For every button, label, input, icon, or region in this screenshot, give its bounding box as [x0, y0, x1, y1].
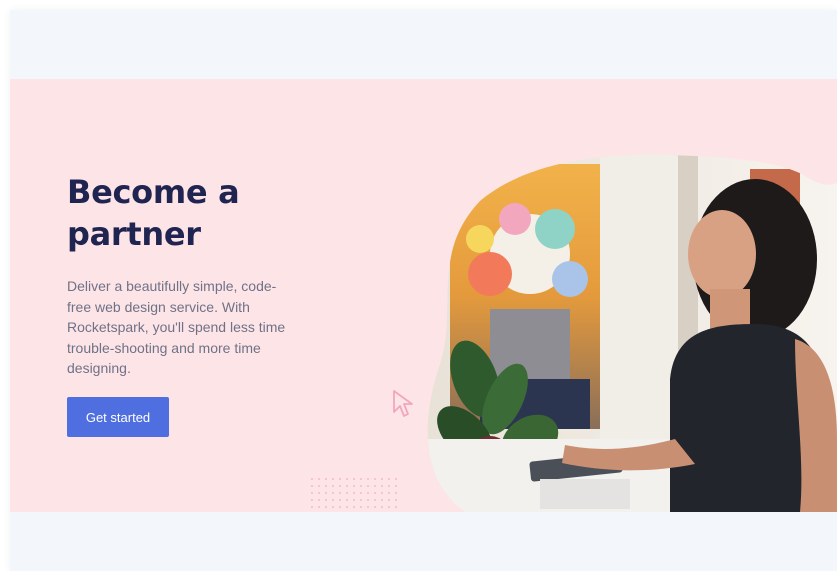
partner-photo — [427, 154, 837, 512]
partner-hero-section: Become a partner Deliver a beautifully s… — [10, 79, 837, 512]
